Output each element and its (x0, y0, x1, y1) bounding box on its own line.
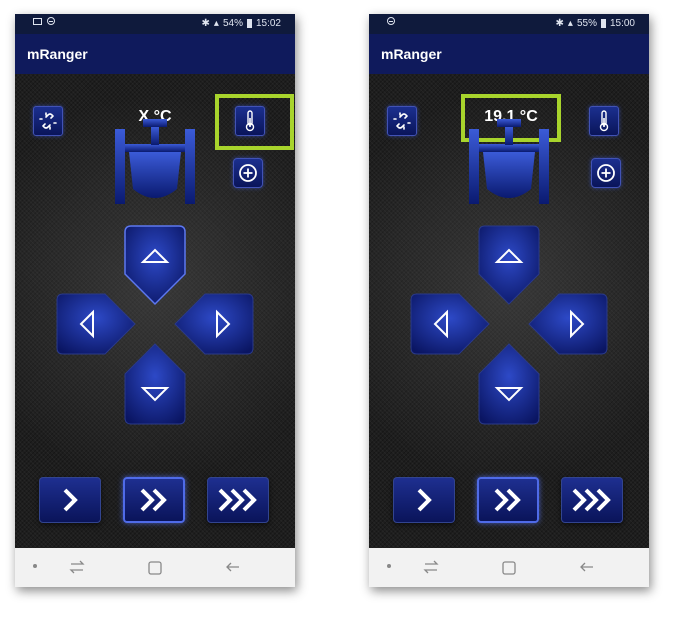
left-button[interactable] (410, 293, 490, 355)
recent-apps-icon[interactable] (69, 560, 85, 574)
control-panel: 19.1 °C (369, 74, 649, 548)
disconnect-button[interactable] (33, 106, 63, 136)
direction-pad (410, 225, 608, 425)
chevron-single-icon (63, 488, 78, 512)
back-icon[interactable] (225, 560, 241, 574)
link-break-icon (39, 112, 57, 130)
system-nav-bar (15, 548, 295, 587)
up-button[interactable] (478, 225, 540, 305)
chevron-triple-icon (572, 488, 611, 512)
do-not-disturb-icon (387, 17, 395, 25)
app-bar: mRanger (369, 34, 649, 74)
left-button[interactable] (56, 293, 136, 355)
clock: 15:02 (255, 18, 281, 29)
image-notification-icon (33, 17, 42, 25)
speed-1-button[interactable] (393, 477, 455, 523)
signal-icon: ▴ (213, 18, 219, 29)
link-break-icon (393, 112, 411, 130)
speed-1-button[interactable] (39, 477, 101, 523)
control-panel: X °C (15, 74, 295, 548)
add-circle-icon (597, 164, 615, 182)
battery-icon (600, 19, 606, 28)
nav-dot-icon (33, 564, 37, 568)
system-nav-bar (369, 548, 649, 587)
battery-percent: 54% (222, 18, 243, 29)
thermometer-button[interactable] (589, 106, 619, 136)
app-title: mRanger (381, 46, 442, 62)
status-bar: ✱ ▴ 54% 15:02 (15, 14, 295, 34)
add-button[interactable] (591, 158, 621, 188)
speed-3-button[interactable] (207, 477, 269, 523)
speed-2-button[interactable] (477, 477, 539, 523)
home-icon[interactable] (147, 560, 163, 576)
speed-3-button[interactable] (561, 477, 623, 523)
direction-pad (56, 225, 254, 425)
bluetooth-icon: ✱ (555, 18, 564, 29)
clock: 15:00 (609, 18, 635, 29)
phone-screen-right: ✱ ▴ 55% 15:00 mRanger 19.1 °C (369, 14, 649, 587)
nav-dot-icon (387, 564, 391, 568)
battery-icon (246, 19, 252, 28)
highlight-box (215, 94, 294, 150)
phone-screen-left: ✱ ▴ 54% 15:02 mRanger X °C (15, 14, 295, 587)
add-circle-icon (239, 164, 257, 182)
add-button[interactable] (233, 158, 263, 188)
chevron-double-icon (494, 488, 521, 512)
chevron-single-icon (417, 488, 432, 512)
right-button[interactable] (528, 293, 608, 355)
back-icon[interactable] (579, 560, 595, 574)
chevron-double-icon (140, 488, 167, 512)
valve-icon (469, 119, 549, 204)
valve-icon (115, 119, 195, 204)
chevron-triple-icon (218, 488, 257, 512)
up-button[interactable] (124, 225, 186, 306)
right-button[interactable] (174, 293, 254, 355)
do-not-disturb-icon (47, 17, 55, 25)
down-button[interactable] (478, 343, 540, 425)
home-icon[interactable] (501, 560, 517, 576)
recent-apps-icon[interactable] (423, 560, 439, 574)
app-bar: mRanger (15, 34, 295, 74)
battery-percent: 55% (576, 18, 597, 29)
bluetooth-icon: ✱ (201, 18, 210, 29)
speed-2-button[interactable] (123, 477, 185, 523)
down-button[interactable] (124, 343, 186, 425)
status-bar: ✱ ▴ 55% 15:00 (369, 14, 649, 34)
app-title: mRanger (27, 46, 88, 62)
thermometer-icon (599, 110, 609, 132)
disconnect-button[interactable] (387, 106, 417, 136)
signal-icon: ▴ (567, 18, 573, 29)
